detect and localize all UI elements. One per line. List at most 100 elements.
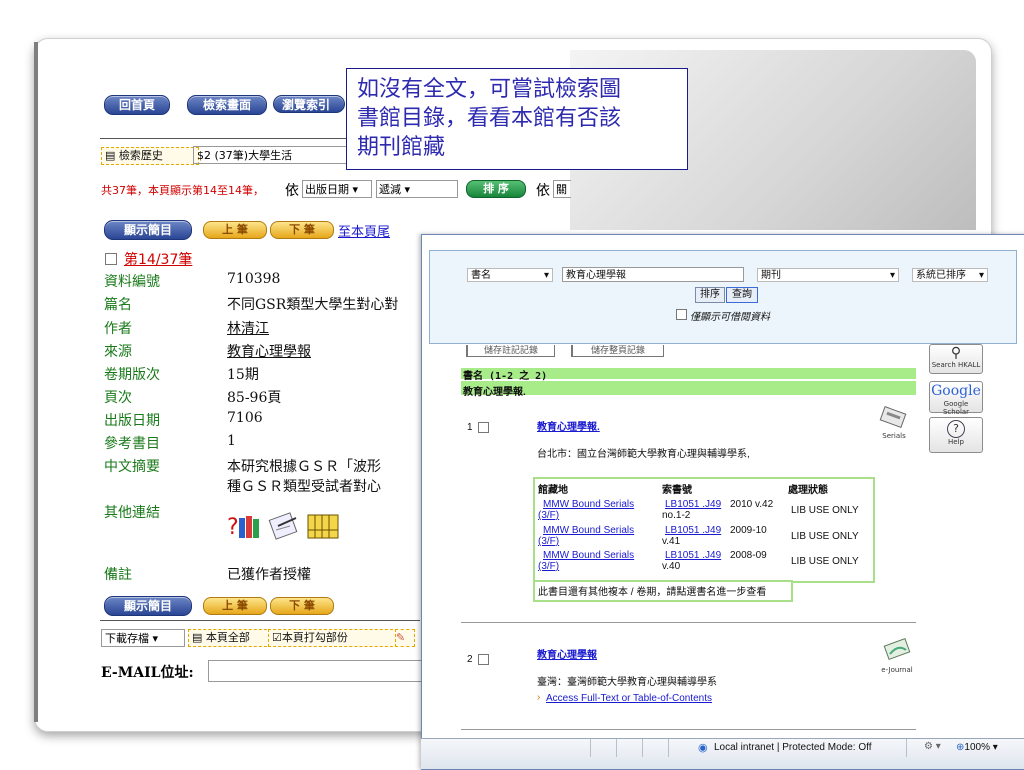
sort-field-select[interactable]: 出版日期 ▾ <box>302 180 372 198</box>
search-field-select[interactable]: 書名 ▾ <box>467 268 553 282</box>
download-select[interactable]: 下載存檔 ▾ <box>101 629 185 647</box>
field-value: 已獲作者授權 <box>227 567 311 583</box>
sort-button[interactable]: 排序 <box>695 287 725 303</box>
holding-volume: 2010 v.42 <box>730 499 774 510</box>
email-input[interactable] <box>208 660 422 682</box>
holding-location-link-2[interactable]: (3/F) <box>538 561 559 572</box>
holding-location-link[interactable]: MMW Bound Serials <box>543 499 634 510</box>
record-checkbox[interactable] <box>105 253 117 265</box>
document-edit-icon[interactable] <box>268 512 302 540</box>
available-only-label: 僅顯示可借閱資料 <box>690 312 770 323</box>
save-page-button[interactable]: 儲存整頁記錄 <box>571 345 664 357</box>
show-brief-button-bottom[interactable]: 顯示簡目 <box>104 596 192 616</box>
field-label: 來源 <box>104 344 132 360</box>
next-record-button-bottom[interactable]: 下 筆 <box>270 597 334 615</box>
result-publisher: 台北市：國立台灣師範大學教育心理與輔導學系, <box>537 449 750 460</box>
holding-location-link[interactable]: MMW Bound Serials <box>543 525 634 536</box>
holding-location-link-2[interactable]: (3/F) <box>538 510 559 521</box>
access-fulltext-link[interactable]: Access Full-Text or Table-of-Contents <box>546 693 712 704</box>
abstract-line-2: 種ＧＳＲ類型受試者對心 <box>227 479 381 495</box>
home-button[interactable]: 回首頁 <box>104 95 170 115</box>
prev-record-button[interactable]: 上 筆 <box>203 221 267 239</box>
holding-status: LIB USE ONLY <box>791 505 859 516</box>
result-heading: 教育心理學報. <box>463 387 526 398</box>
callout-note: 如沒有全文，可嘗試檢索圖 書館目錄，看看本館有否該 期刊館藏 <box>346 68 688 170</box>
result-title-link[interactable]: 教育心理學報. <box>537 418 600 433</box>
serials-label: Serials <box>882 432 906 440</box>
checkbox-icon: ☑ <box>272 631 282 644</box>
search-history-label: 檢索歷史 <box>118 149 163 162</box>
status-separator <box>906 739 907 757</box>
to-page-bottom-link[interactable]: 至本頁尾 <box>338 221 390 240</box>
arrow-icon: › <box>537 692 541 703</box>
search-history-button[interactable]: ▤ 檢索歷史 <box>101 147 199 165</box>
holding-location-link-2[interactable]: (3/F) <box>538 536 559 547</box>
this-page-checked-button[interactable]: ☑本頁打勾部份 <box>268 629 398 647</box>
holding-volume-2: v.40 <box>662 561 681 572</box>
field-label: 中文摘要 <box>104 459 160 475</box>
this-page-all-button[interactable]: ▤ 本頁全部 <box>188 629 272 647</box>
field-label: 其他連結 <box>104 505 160 521</box>
author-link[interactable]: 林清江 <box>227 318 269 338</box>
record-number-link[interactable]: 第14/37筆 <box>124 249 192 269</box>
globe-icon: ◉ <box>698 742 708 754</box>
this-page-checked-label: 本頁打勾部份 <box>281 631 348 644</box>
callout-line: 書館目錄，看看本館有否該 <box>357 106 622 131</box>
help-button[interactable]: ? Help <box>929 417 983 453</box>
zoom-control[interactable]: ⊕100% ▾ <box>956 742 998 753</box>
browse-index-button[interactable]: 瀏覽索引 <box>273 95 345 113</box>
chevron-down-icon: ▾ <box>543 270 549 281</box>
show-brief-button[interactable]: 顯示簡目 <box>104 220 192 240</box>
sort-field-select-2[interactable]: 關 <box>553 180 571 198</box>
search-hkall-label: Search HKALL <box>931 361 981 369</box>
result-number: 2 <box>467 654 473 665</box>
books-icon[interactable]: ? <box>227 512 265 540</box>
sort-select[interactable]: 系統已排序 ▾ <box>912 268 988 282</box>
slide-accent-bar <box>34 42 38 722</box>
chevron-down-icon: ▾ <box>978 270 984 281</box>
search-hkall-button[interactable]: ⚲ Search HKALL <box>929 344 983 374</box>
sort-order-value: 遞減 <box>379 183 401 196</box>
ejournal-icon <box>883 638 911 660</box>
holding-location-link[interactable]: MMW Bound Serials <box>543 550 634 561</box>
result-count-text: 共37筆，本頁顯示第14至14筆， <box>101 184 264 197</box>
search-query-input[interactable]: 教育心理學報 <box>562 267 744 282</box>
sort-button[interactable]: 排 序 <box>466 180 526 198</box>
field-label: 資料編號 <box>104 274 160 290</box>
divider <box>100 620 420 621</box>
field-label: 出版日期 <box>104 413 160 429</box>
material-type-select[interactable]: 期刊 ▾ <box>757 268 899 282</box>
search-button[interactable]: 查詢 <box>726 287 758 303</box>
search-history-select[interactable]: $2 (37筆)大學生活 <box>193 146 348 164</box>
available-only-checkbox[interactable] <box>676 309 687 320</box>
source-link[interactable]: 教育心理學報 <box>227 341 311 361</box>
card-catalog-icon[interactable] <box>306 512 340 540</box>
result-checkbox[interactable] <box>478 422 489 433</box>
field-value: 7106 <box>227 410 263 426</box>
email-label: E-MAIL位址: <box>101 665 194 681</box>
abstract-line-1: 本研究根據ＧＳＲ「波形 <box>227 459 381 475</box>
holding-call-link[interactable]: LB1051 .J49 <box>665 550 721 561</box>
holding-call-link[interactable]: LB1051 .J49 <box>665 525 721 536</box>
result-divider <box>461 622 916 623</box>
result-checkbox[interactable] <box>478 654 489 665</box>
field-value: 不同GSR類型大學生對心對 <box>227 297 399 313</box>
holding-call-link[interactable]: LB1051 .J49 <box>665 499 721 510</box>
holding-status: LIB USE ONLY <box>791 531 859 542</box>
edit-icon[interactable]: ✎ <box>395 629 415 647</box>
result-title-link[interactable]: 教育心理學報 <box>537 646 597 661</box>
google-scholar-button[interactable]: Google Google Scholar <box>929 381 983 416</box>
google-logo: Google <box>931 383 981 399</box>
security-zone-text: Local intranet | Protected Mode: Off <box>714 742 872 753</box>
svg-text:?: ? <box>227 515 239 540</box>
sort-value: 系統已排序 <box>916 270 966 281</box>
search-page-button[interactable]: 檢索畫面 <box>187 95 267 115</box>
save-marked-button[interactable]: 儲存註記記錄 <box>466 345 555 357</box>
prev-record-button-bottom[interactable]: 上 筆 <box>203 597 267 615</box>
next-record-button[interactable]: 下 筆 <box>270 221 334 239</box>
result-divider <box>461 729 916 730</box>
sort-order-select[interactable]: 遞減 ▾ <box>376 180 458 198</box>
field-label: 備註 <box>104 567 132 583</box>
newspaper-icon <box>879 406 907 428</box>
protected-mode-icon[interactable]: ⚙ ▾ <box>924 741 941 752</box>
